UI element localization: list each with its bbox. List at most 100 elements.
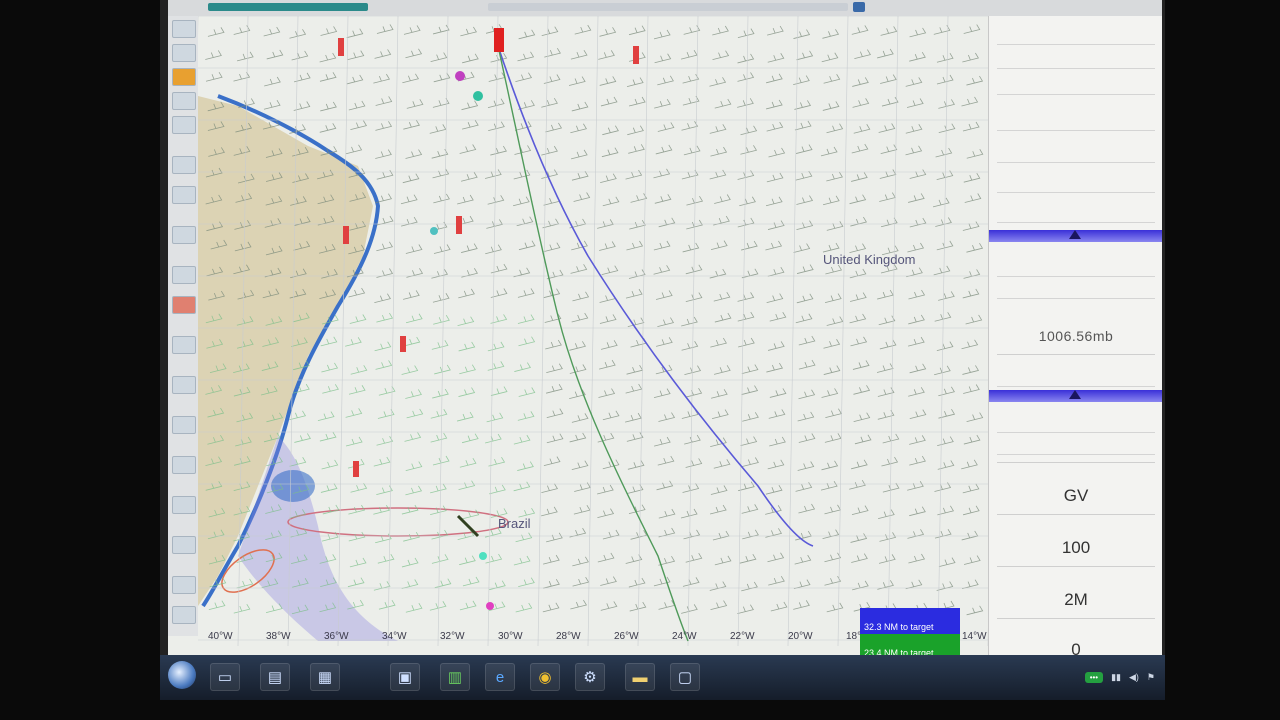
app-window-icon[interactable]: ▢ bbox=[670, 663, 700, 691]
tool-button-10[interactable] bbox=[172, 296, 196, 314]
panel-row bbox=[997, 280, 1155, 299]
longitude-label: 32°W bbox=[440, 631, 465, 642]
panel-row bbox=[997, 112, 1155, 131]
country-label: Brazil bbox=[498, 516, 531, 531]
top-toolbar bbox=[168, 0, 1162, 17]
tool-strip bbox=[168, 16, 199, 636]
eta-line-2: 32.3 NM to target bbox=[860, 621, 960, 634]
field-4-value: 0 bbox=[1071, 640, 1081, 655]
boat-marker[interactable] bbox=[400, 336, 406, 352]
field-2-value: 100 bbox=[1061, 538, 1091, 557]
eta-line-4: 23.4 NM to target bbox=[860, 647, 960, 655]
app-window-icon[interactable]: ▥ bbox=[440, 663, 470, 691]
panel-row bbox=[997, 414, 1155, 433]
app-window-icon[interactable]: ▦ bbox=[310, 663, 340, 691]
app-window-icon[interactable]: ⚙ bbox=[575, 663, 605, 691]
eta-line-3 bbox=[860, 634, 960, 647]
tool-button-11[interactable] bbox=[172, 336, 196, 354]
collapse-arrow-icon[interactable] bbox=[1069, 230, 1081, 239]
tool-button-5[interactable] bbox=[172, 116, 196, 134]
screen: Brazil United Kingdom 40°W 38°W 36°W 34°W 32… bbox=[168, 0, 1162, 655]
rain-cell bbox=[271, 470, 315, 502]
collapse-arrow-icon[interactable] bbox=[1069, 390, 1081, 399]
explorer-icon[interactable]: ▭ bbox=[210, 663, 240, 691]
ie-icon[interactable]: e bbox=[485, 663, 515, 691]
boat-marker[interactable] bbox=[338, 38, 344, 56]
toolbar-button[interactable] bbox=[853, 2, 865, 12]
divider bbox=[997, 566, 1155, 567]
longitude-label: 28°W bbox=[556, 631, 581, 642]
boat-marker[interactable] bbox=[473, 91, 483, 101]
tool-button-8[interactable] bbox=[172, 226, 196, 244]
system-tray: ••• ▮▮ ◀) ⚑ bbox=[1084, 665, 1155, 689]
field-3-value: 2M bbox=[1064, 590, 1088, 609]
panel-row bbox=[997, 258, 1155, 277]
start-orb-icon[interactable] bbox=[168, 661, 196, 689]
boat-marker[interactable] bbox=[430, 227, 438, 235]
divider bbox=[997, 514, 1155, 515]
longitude-label: 38°W bbox=[266, 631, 291, 642]
taskbar: ▭ ▤ ▦ ▣ ▥ e ◉ ⚙ ▬ ▢ ••• ▮▮ ◀) ⚑ bbox=[160, 655, 1165, 700]
longitude-label: 36°W bbox=[324, 631, 349, 642]
panel-row bbox=[997, 204, 1155, 223]
map-canvas[interactable]: Brazil United Kingdom 40°W 38°W 36°W 34°W 32… bbox=[198, 16, 988, 646]
chrome-icon[interactable]: ◉ bbox=[530, 663, 560, 691]
toolbar-strip[interactable] bbox=[208, 3, 368, 11]
tool-button-6[interactable] bbox=[172, 156, 196, 174]
toolbar-controls[interactable] bbox=[488, 3, 848, 11]
tool-button-1[interactable] bbox=[172, 20, 196, 38]
tool-button-2[interactable] bbox=[172, 44, 196, 62]
boat-marker[interactable] bbox=[456, 216, 462, 234]
monitor: Brazil United Kingdom 40°W 38°W 36°W 34°W 32… bbox=[160, 0, 1165, 700]
region-label: United Kingdom bbox=[823, 252, 916, 267]
eta-box: 32.3 NM to target 23.4 NM to target bbox=[860, 608, 960, 655]
panel-row bbox=[997, 50, 1155, 69]
tool-button-3[interactable] bbox=[172, 68, 196, 86]
tool-button-16[interactable] bbox=[172, 536, 196, 554]
field-1-value: GV bbox=[1063, 486, 1089, 505]
panel-row bbox=[997, 436, 1155, 455]
app-window-icon[interactable]: ▤ bbox=[260, 663, 290, 691]
tool-button-7[interactable] bbox=[172, 186, 196, 204]
tool-button-17[interactable] bbox=[172, 576, 196, 594]
network-icon[interactable]: ▮▮ bbox=[1111, 672, 1121, 683]
tool-button-18[interactable] bbox=[172, 606, 196, 624]
longitude-label: 20°W bbox=[788, 631, 813, 642]
tool-button-15[interactable] bbox=[172, 496, 196, 514]
boat-marker-lead[interactable] bbox=[494, 28, 504, 52]
section-bar[interactable] bbox=[989, 390, 1162, 402]
divider bbox=[997, 462, 1155, 463]
volume-icon[interactable]: ◀) bbox=[1129, 672, 1139, 683]
panel-row bbox=[997, 144, 1155, 163]
boat-marker[interactable] bbox=[343, 226, 349, 244]
pressure-value: 1006.56mb bbox=[1038, 328, 1114, 344]
boat-marker[interactable] bbox=[353, 461, 359, 477]
boat-marker[interactable] bbox=[486, 602, 494, 610]
folder-icon[interactable]: ▬ bbox=[625, 663, 655, 691]
longitude-label: 26°W bbox=[614, 631, 639, 642]
eta-line-1 bbox=[860, 608, 960, 621]
app-window-icon[interactable]: ▣ bbox=[390, 663, 420, 691]
panel-row bbox=[997, 76, 1155, 95]
tool-button-12[interactable] bbox=[172, 376, 196, 394]
weather-routing-map[interactable]: Brazil United Kingdom 40°W 38°W 36°W 34°W 32… bbox=[198, 16, 988, 646]
tool-button-14[interactable] bbox=[172, 456, 196, 474]
longitude-label: 24°W bbox=[672, 631, 697, 642]
longitude-label: 40°W bbox=[208, 631, 233, 642]
longitude-label: 34°W bbox=[382, 631, 407, 642]
section-bar[interactable] bbox=[989, 230, 1162, 242]
tool-button-9[interactable] bbox=[172, 266, 196, 284]
panel-row bbox=[997, 368, 1155, 387]
tray-badge[interactable]: ••• bbox=[1084, 671, 1104, 683]
tool-button-13[interactable] bbox=[172, 416, 196, 434]
divider bbox=[997, 354, 1155, 355]
flag-icon[interactable]: ⚑ bbox=[1147, 672, 1155, 683]
tool-button-4[interactable] bbox=[172, 92, 196, 110]
boat-marker[interactable] bbox=[455, 71, 465, 81]
info-panel: 1006.56mb GV 100 2M 0 bbox=[988, 16, 1162, 655]
boat-marker[interactable] bbox=[633, 46, 639, 64]
panel-row bbox=[997, 26, 1155, 45]
longitude-label: 22°W bbox=[730, 631, 755, 642]
panel-row bbox=[997, 174, 1155, 193]
boat-marker[interactable] bbox=[479, 552, 487, 560]
